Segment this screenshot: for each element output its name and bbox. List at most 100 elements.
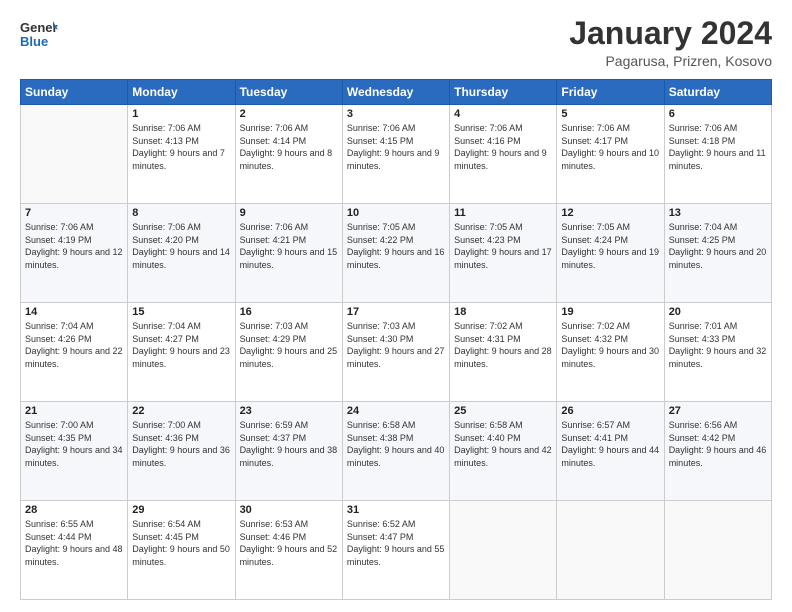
table-row: 28 Sunrise: 6:55 AMSunset: 4:44 PMDayligh… bbox=[21, 501, 128, 600]
table-row bbox=[557, 501, 664, 600]
table-row: 27Sunrise: 6:56 AMSunset: 4:42 PMDayligh… bbox=[664, 402, 771, 501]
day-number: 15 bbox=[132, 306, 230, 318]
table-row: 23 Sunrise: 6:59 AMSunset: 4:37 PMDayligh… bbox=[235, 402, 342, 501]
table-row: 8Sunrise: 7:06 AMSunset: 4:20 PMDaylight… bbox=[128, 204, 235, 303]
table-row: 16Sunrise: 7:03 AMSunset: 4:29 PMDayligh… bbox=[235, 303, 342, 402]
day-number: 12 bbox=[561, 207, 659, 219]
day-detail: Sunrise: 7:03 AMSunset: 4:30 PMDaylight:… bbox=[347, 320, 445, 370]
day-number: 23 bbox=[240, 405, 338, 417]
col-saturday: Saturday bbox=[664, 80, 771, 105]
table-row: 3Sunrise: 7:06 AMSunset: 4:15 PMDaylight… bbox=[342, 105, 449, 204]
table-row: 24 Sunrise: 6:58 AMSunset: 4:38 PMDayligh… bbox=[342, 402, 449, 501]
table-row: 13 Sunrise: 7:04 AMSunset: 4:25 PMDayligh… bbox=[664, 204, 771, 303]
day-detail: Sunrise: 7:05 AMSunset: 4:23 PMDaylight:… bbox=[454, 221, 552, 271]
col-thursday: Thursday bbox=[450, 80, 557, 105]
col-wednesday: Wednesday bbox=[342, 80, 449, 105]
day-detail: Sunrise: 7:06 AMSunset: 4:20 PMDaylight:… bbox=[132, 221, 230, 271]
day-number: 24 bbox=[347, 405, 445, 417]
day-detail: Sunrise: 6:58 AMSunset: 4:40 PMDaylight:… bbox=[454, 419, 552, 469]
day-detail: Sunrise: 6:58 AMSunset: 4:38 PMDaylight:… bbox=[347, 419, 445, 469]
day-detail: Sunrise: 7:02 AMSunset: 4:32 PMDaylight:… bbox=[561, 320, 659, 370]
day-detail: Sunrise: 6:55 AMSunset: 4:44 PMDaylight:… bbox=[25, 518, 123, 568]
day-number: 19 bbox=[561, 306, 659, 318]
day-number: 7 bbox=[25, 207, 123, 219]
day-detail: Sunrise: 6:59 AMSunset: 4:37 PMDaylight:… bbox=[240, 419, 338, 469]
day-number: 3 bbox=[347, 108, 445, 120]
day-number: 13 bbox=[669, 207, 767, 219]
day-detail: Sunrise: 6:52 AMSunset: 4:47 PMDaylight:… bbox=[347, 518, 445, 568]
table-row: 17 Sunrise: 7:03 AMSunset: 4:30 PMDayligh… bbox=[342, 303, 449, 402]
day-detail: Sunrise: 6:54 AMSunset: 4:45 PMDaylight:… bbox=[132, 518, 230, 568]
day-number: 26 bbox=[561, 405, 659, 417]
day-detail: Sunrise: 7:06 AMSunset: 4:13 PMDaylight:… bbox=[132, 122, 230, 172]
day-detail: Sunrise: 7:06 AMSunset: 4:16 PMDaylight:… bbox=[454, 122, 552, 172]
table-row: 18 Sunrise: 7:02 AMSunset: 4:31 PMDayligh… bbox=[450, 303, 557, 402]
table-row: 9 Sunrise: 7:06 AMSunset: 4:21 PMDaylight… bbox=[235, 204, 342, 303]
table-row: 19 Sunrise: 7:02 AMSunset: 4:32 PMDayligh… bbox=[557, 303, 664, 402]
table-row: 30Sunrise: 6:53 AMSunset: 4:46 PMDayligh… bbox=[235, 501, 342, 600]
day-number: 2 bbox=[240, 108, 338, 120]
day-number: 20 bbox=[669, 306, 767, 318]
col-sunday: Sunday bbox=[21, 80, 128, 105]
table-row bbox=[664, 501, 771, 600]
day-number: 17 bbox=[347, 306, 445, 318]
day-number: 9 bbox=[240, 207, 338, 219]
day-number: 4 bbox=[454, 108, 552, 120]
page: General Blue January 2024 Pagarusa, Priz… bbox=[0, 0, 792, 612]
day-number: 18 bbox=[454, 306, 552, 318]
logo: General Blue bbox=[20, 16, 58, 54]
day-number: 16 bbox=[240, 306, 338, 318]
table-row: 1 Sunrise: 7:06 AMSunset: 4:13 PMDaylight… bbox=[128, 105, 235, 204]
subtitle: Pagarusa, Prizren, Kosovo bbox=[569, 53, 772, 69]
day-detail: Sunrise: 7:04 AMSunset: 4:25 PMDaylight:… bbox=[669, 221, 767, 271]
day-number: 25 bbox=[454, 405, 552, 417]
col-monday: Monday bbox=[128, 80, 235, 105]
day-number: 10 bbox=[347, 207, 445, 219]
day-detail: Sunrise: 7:02 AMSunset: 4:31 PMDaylight:… bbox=[454, 320, 552, 370]
day-number: 27 bbox=[669, 405, 767, 417]
calendar-header-row: Sunday Monday Tuesday Wednesday Thursday… bbox=[21, 80, 772, 105]
day-number: 5 bbox=[561, 108, 659, 120]
svg-text:General: General bbox=[20, 20, 58, 35]
table-row: 5 Sunrise: 7:06 AMSunset: 4:17 PMDaylight… bbox=[557, 105, 664, 204]
table-row bbox=[450, 501, 557, 600]
table-row: 10Sunrise: 7:05 AMSunset: 4:22 PMDayligh… bbox=[342, 204, 449, 303]
day-number: 31 bbox=[347, 504, 445, 516]
day-detail: Sunrise: 7:06 AMSunset: 4:18 PMDaylight:… bbox=[669, 122, 767, 172]
day-detail: Sunrise: 7:04 AMSunset: 4:27 PMDaylight:… bbox=[132, 320, 230, 370]
day-number: 14 bbox=[25, 306, 123, 318]
table-row: 4 Sunrise: 7:06 AMSunset: 4:16 PMDaylight… bbox=[450, 105, 557, 204]
svg-text:Blue: Blue bbox=[20, 34, 48, 49]
day-detail: Sunrise: 7:06 AMSunset: 4:17 PMDaylight:… bbox=[561, 122, 659, 172]
day-detail: Sunrise: 6:53 AMSunset: 4:46 PMDaylight:… bbox=[240, 518, 338, 568]
header: General Blue January 2024 Pagarusa, Priz… bbox=[20, 16, 772, 69]
col-tuesday: Tuesday bbox=[235, 80, 342, 105]
table-row: 11 Sunrise: 7:05 AMSunset: 4:23 PMDayligh… bbox=[450, 204, 557, 303]
calendar-table: Sunday Monday Tuesday Wednesday Thursday… bbox=[20, 79, 772, 600]
day-detail: Sunrise: 7:04 AMSunset: 4:26 PMDaylight:… bbox=[25, 320, 123, 370]
table-row: 22 Sunrise: 7:00 AMSunset: 4:36 PMDayligh… bbox=[128, 402, 235, 501]
table-row: 15 Sunrise: 7:04 AMSunset: 4:27 PMDayligh… bbox=[128, 303, 235, 402]
table-row bbox=[21, 105, 128, 204]
day-detail: Sunrise: 7:01 AMSunset: 4:33 PMDaylight:… bbox=[669, 320, 767, 370]
table-row: 7Sunrise: 7:06 AMSunset: 4:19 PMDaylight… bbox=[21, 204, 128, 303]
day-number: 28 bbox=[25, 504, 123, 516]
title-block: January 2024 Pagarusa, Prizren, Kosovo bbox=[569, 16, 772, 69]
day-number: 11 bbox=[454, 207, 552, 219]
day-number: 29 bbox=[132, 504, 230, 516]
table-row: 26Sunrise: 6:57 AMSunset: 4:41 PMDayligh… bbox=[557, 402, 664, 501]
table-row: 20 Sunrise: 7:01 AMSunset: 4:33 PMDayligh… bbox=[664, 303, 771, 402]
table-row: 31 Sunrise: 6:52 AMSunset: 4:47 PMDayligh… bbox=[342, 501, 449, 600]
day-number: 21 bbox=[25, 405, 123, 417]
day-number: 22 bbox=[132, 405, 230, 417]
day-detail: Sunrise: 7:00 AMSunset: 4:35 PMDaylight:… bbox=[25, 419, 123, 469]
table-row: 6Sunrise: 7:06 AMSunset: 4:18 PMDaylight… bbox=[664, 105, 771, 204]
day-detail: Sunrise: 7:06 AMSunset: 4:21 PMDaylight:… bbox=[240, 221, 338, 271]
table-row: 21 Sunrise: 7:00 AMSunset: 4:35 PMDayligh… bbox=[21, 402, 128, 501]
day-detail: Sunrise: 7:05 AMSunset: 4:24 PMDaylight:… bbox=[561, 221, 659, 271]
day-detail: Sunrise: 7:00 AMSunset: 4:36 PMDaylight:… bbox=[132, 419, 230, 469]
table-row: 14 Sunrise: 7:04 AMSunset: 4:26 PMDayligh… bbox=[21, 303, 128, 402]
day-number: 1 bbox=[132, 108, 230, 120]
col-friday: Friday bbox=[557, 80, 664, 105]
logo-svg: General Blue bbox=[20, 16, 58, 54]
